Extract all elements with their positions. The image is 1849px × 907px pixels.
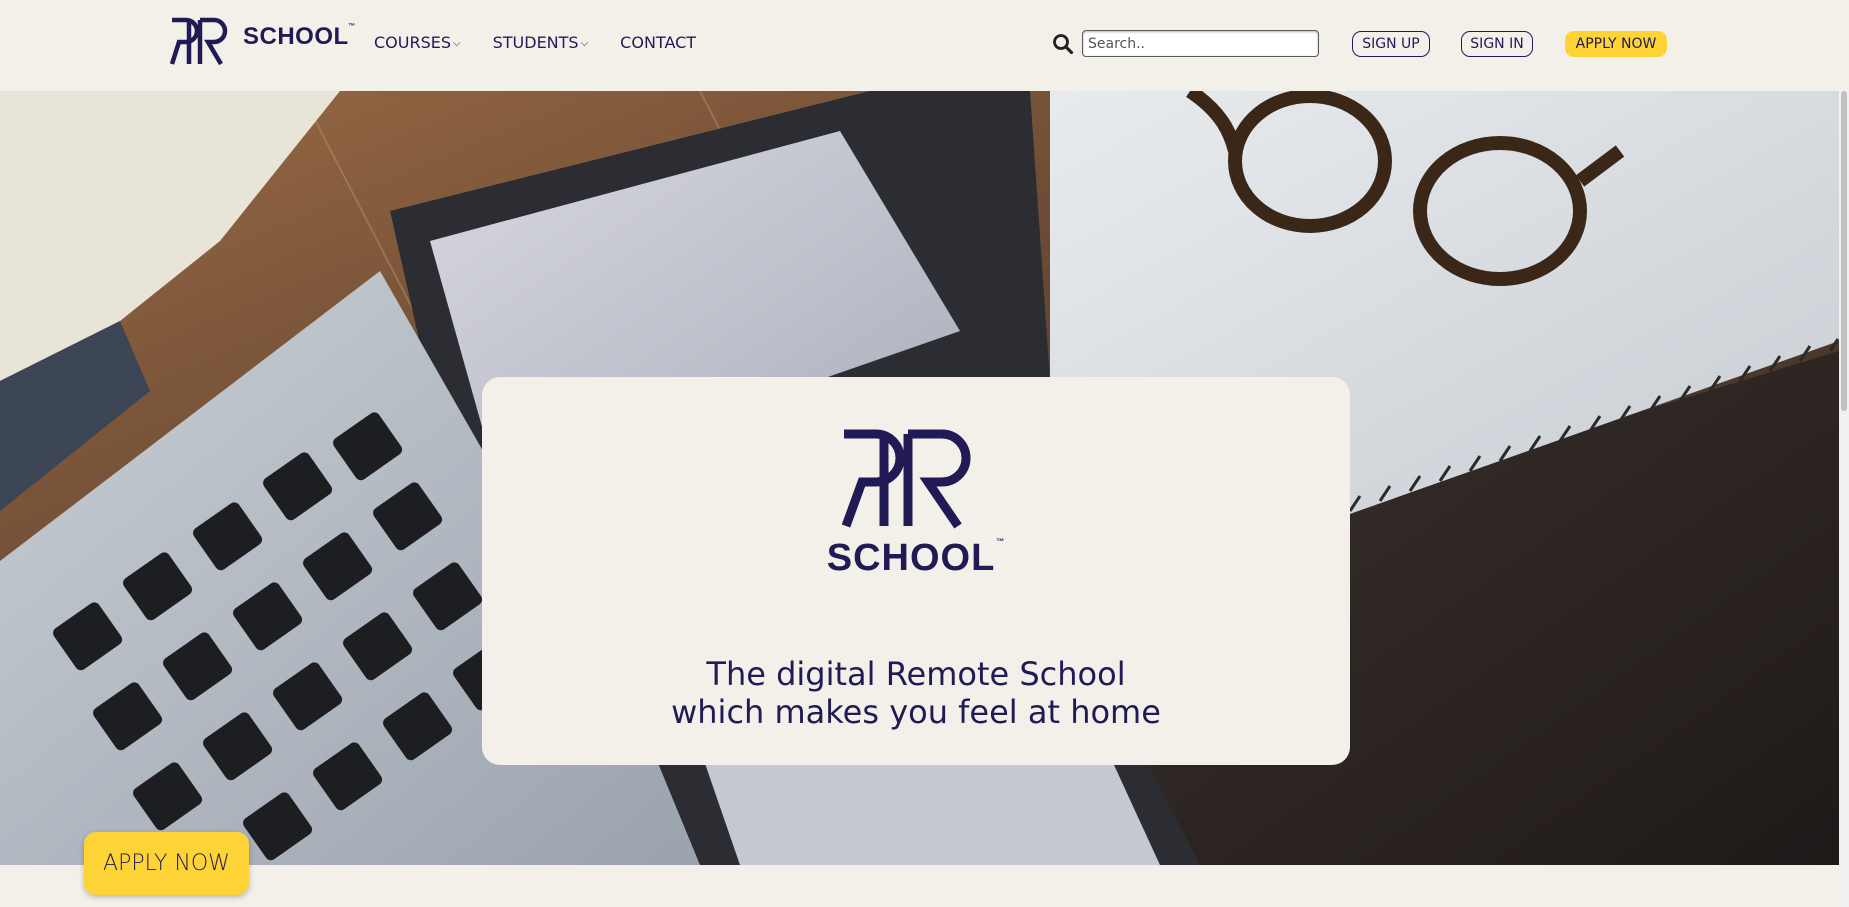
nav-item-students[interactable]: STUDENTS ⌵ bbox=[493, 33, 589, 52]
scrollbar-thumb[interactable] bbox=[1841, 91, 1847, 411]
page-scrollbar[interactable] bbox=[1839, 91, 1849, 907]
page: SCHOOL™ COURSES ⌵ STUDENTS ⌵ CONTACT SIG… bbox=[0, 0, 1849, 907]
nav-item-contact[interactable]: CONTACT bbox=[620, 33, 696, 52]
hero-section: SCHOOL™ The digital Remote School which … bbox=[0, 91, 1839, 865]
nav-label-students: STUDENTS bbox=[492, 33, 579, 52]
nav-item-courses[interactable]: COURSES ⌵ bbox=[374, 33, 461, 52]
rr-logo-icon bbox=[841, 429, 971, 529]
logo-wordmark: SCHOOL ™ bbox=[243, 23, 356, 50]
nav-label-courses: COURSES bbox=[374, 33, 452, 52]
hero-tagline: The digital Remote School which makes yo… bbox=[482, 655, 1350, 731]
nav-label-contact: CONTACT bbox=[620, 33, 697, 52]
sign-in-button[interactable]: SIGN IN bbox=[1461, 31, 1533, 57]
site-logo[interactable]: SCHOOL ™ bbox=[167, 16, 356, 66]
chevron-down-icon: ⌵ bbox=[580, 37, 589, 49]
site-header: SCHOOL™ COURSES ⌵ STUDENTS ⌵ CONTACT SIG… bbox=[0, 0, 1849, 91]
apply-now-floating-button[interactable]: APPLY NOW bbox=[84, 832, 249, 895]
sign-up-button[interactable]: SIGN UP bbox=[1352, 31, 1430, 57]
search-input[interactable] bbox=[1082, 30, 1319, 57]
hero-card: SCHOOL™ The digital Remote School which … bbox=[482, 377, 1350, 765]
chevron-down-icon: ⌵ bbox=[453, 37, 461, 49]
main-nav: COURSES ⌵ STUDENTS ⌵ CONTACT bbox=[374, 33, 728, 52]
tagline-line-1: The digital Remote School bbox=[706, 655, 1126, 693]
apply-now-header-button[interactable]: APPLY NOW bbox=[1565, 31, 1667, 57]
tagline-line-2: which makes you feel at home bbox=[671, 693, 1161, 731]
hero-logo-wordmark: SCHOOL™ bbox=[826, 537, 1006, 579]
search-icon[interactable] bbox=[1052, 33, 1074, 55]
rr-logo-icon bbox=[169, 17, 228, 66]
